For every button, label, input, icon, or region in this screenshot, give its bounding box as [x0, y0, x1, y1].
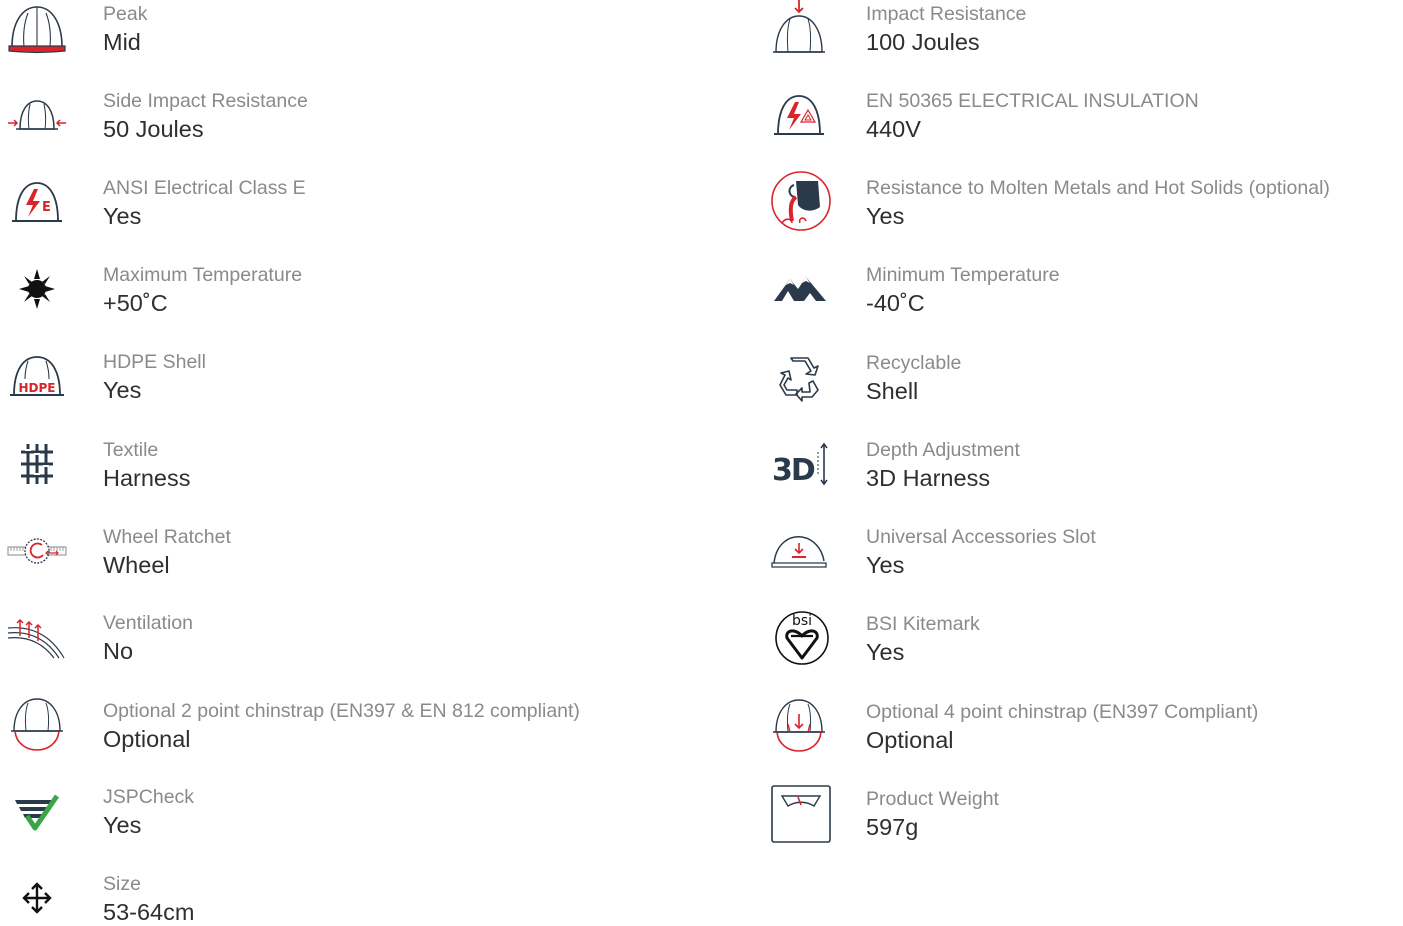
- side-impact-icon: [4, 87, 70, 143]
- depth-3d-icon: 3D: [766, 436, 832, 492]
- jspcheck-icon: [4, 783, 70, 839]
- molten-metal-icon: [766, 171, 832, 231]
- spec-value: 597g: [866, 814, 919, 840]
- spec-label: Product Weight: [866, 788, 999, 810]
- spec-item-depth: 3D Depth Adjustment 3D Harness: [764, 436, 1403, 496]
- spec-value: 3D Harness: [866, 465, 991, 491]
- spec-value: Yes: [866, 639, 905, 665]
- spec-label: Textile: [103, 439, 159, 461]
- spec-value: Yes: [103, 203, 142, 229]
- impact-resistance-icon: [766, 0, 832, 56]
- spec-item-wheel-ratchet: Wheel Ratchet Wheel: [0, 523, 700, 583]
- spec-value: Yes: [103, 377, 142, 403]
- spec-value: Wheel: [103, 552, 170, 578]
- spec-item-hdpe: HDPE HDPE Shell Yes: [0, 348, 700, 408]
- bsi-text: bsi: [792, 613, 812, 629]
- spec-label: ANSI Electrical Class E: [103, 177, 306, 199]
- spec-label: Recyclable: [866, 352, 962, 374]
- spec-value: Optional: [866, 727, 954, 753]
- spec-value: 440V: [866, 116, 921, 142]
- spec-value: Yes: [866, 552, 905, 578]
- spec-label: Peak: [103, 3, 148, 25]
- spec-value: Yes: [866, 203, 905, 229]
- ansi-e-text: E: [42, 200, 51, 215]
- chinstrap-4-point-icon: [766, 698, 832, 754]
- spec-label: Resistance to Molten Metals and Hot Soli…: [866, 177, 1330, 199]
- electrical-insulation-icon: [766, 87, 832, 143]
- hdpe-shell-icon: HDPE: [4, 348, 70, 404]
- spec-value: 100 Joules: [866, 29, 980, 55]
- spec-item-ventilation: Ventilation No: [0, 609, 700, 669]
- spec-value: Yes: [103, 812, 142, 838]
- spec-item-weight: Product Weight 597g: [764, 785, 1403, 845]
- spec-item-chinstrap-2: Optional 2 point chinstrap (EN397 & EN 8…: [0, 697, 700, 757]
- spec-label: Side Impact Resistance: [103, 90, 308, 112]
- spec-value: 53-64cm: [103, 899, 195, 925]
- spec-label: Depth Adjustment: [866, 439, 1020, 461]
- three-d-text: 3D: [772, 453, 815, 488]
- accessory-slot-icon: [766, 523, 832, 579]
- spec-value: Shell: [866, 378, 919, 404]
- spec-item-electrical-insulation: EN 50365 ELECTRICAL INSULATION 440V: [764, 87, 1403, 147]
- spec-item-min-temp: Minimum Temperature -40˚C: [764, 261, 1403, 321]
- spec-label: JSPCheck: [103, 786, 195, 808]
- spec-label: BSI Kitemark: [866, 613, 980, 635]
- chinstrap-2-point-icon: [4, 697, 70, 753]
- spec-label: Optional 2 point chinstrap (EN397 & EN 8…: [103, 700, 580, 722]
- spec-item-size: Size 53-64cm: [0, 870, 700, 926]
- spec-label: Maximum Temperature: [103, 264, 303, 286]
- spec-label: Universal Accessories Slot: [866, 526, 1096, 548]
- spec-label: Optional 4 point chinstrap (EN397 Compli…: [866, 701, 1259, 723]
- spec-item-molten-metal: Resistance to Molten Metals and Hot Soli…: [764, 171, 1403, 234]
- spec-value: Harness: [103, 465, 191, 491]
- hdpe-text: HDPE: [19, 381, 56, 395]
- bsi-kitemark-icon: bsi: [766, 610, 832, 666]
- textile-grid-icon: [4, 436, 70, 492]
- size-arrows-icon: [4, 870, 70, 926]
- ventilation-icon: [4, 609, 70, 665]
- spec-label: Impact Resistance: [866, 3, 1027, 25]
- spec-label: Wheel Ratchet: [103, 526, 231, 548]
- spec-item-accessory-slot: Universal Accessories Slot Yes: [764, 523, 1403, 583]
- spec-value: -40˚C: [866, 290, 925, 316]
- spec-value: No: [103, 638, 134, 664]
- wheel-ratchet-icon: [4, 523, 70, 579]
- spec-value: Optional: [103, 726, 191, 752]
- spec-label: Ventilation: [103, 612, 193, 634]
- spec-label: EN 50365 ELECTRICAL INSULATION: [866, 90, 1199, 112]
- spec-label: Size: [103, 873, 141, 895]
- scale-icon: [766, 785, 832, 845]
- mountains-icon: [766, 261, 832, 317]
- spec-item-side-impact: Side Impact Resistance 50 Joules: [0, 87, 700, 147]
- sun-icon: [4, 261, 70, 317]
- spec-item-recyclable: Recyclable Shell: [764, 349, 1403, 409]
- recycle-icon: [766, 349, 832, 405]
- spec-value: +50˚C: [103, 290, 168, 316]
- helmet-peak-icon: [4, 0, 70, 56]
- spec-item-ansi-electrical: E ANSI Electrical Class E Yes: [0, 174, 700, 234]
- spec-item-jspcheck: JSPCheck Yes: [0, 783, 700, 843]
- spec-value: 50 Joules: [103, 116, 204, 142]
- spec-item-textile: Textile Harness: [0, 436, 700, 496]
- spec-item-chinstrap-4: Optional 4 point chinstrap (EN397 Compli…: [764, 698, 1403, 758]
- spec-item-impact: Impact Resistance 100 Joules: [764, 0, 1403, 60]
- spec-label: Minimum Temperature: [866, 264, 1060, 286]
- spec-item-max-temp: Maximum Temperature +50˚C: [0, 261, 700, 321]
- spec-item-bsi: bsi BSI Kitemark Yes: [764, 610, 1403, 670]
- spec-item-peak: Peak Mid: [0, 0, 700, 60]
- spec-value: Mid: [103, 29, 141, 55]
- spec-label: HDPE Shell: [103, 351, 206, 373]
- ansi-electrical-icon: E: [4, 174, 70, 230]
